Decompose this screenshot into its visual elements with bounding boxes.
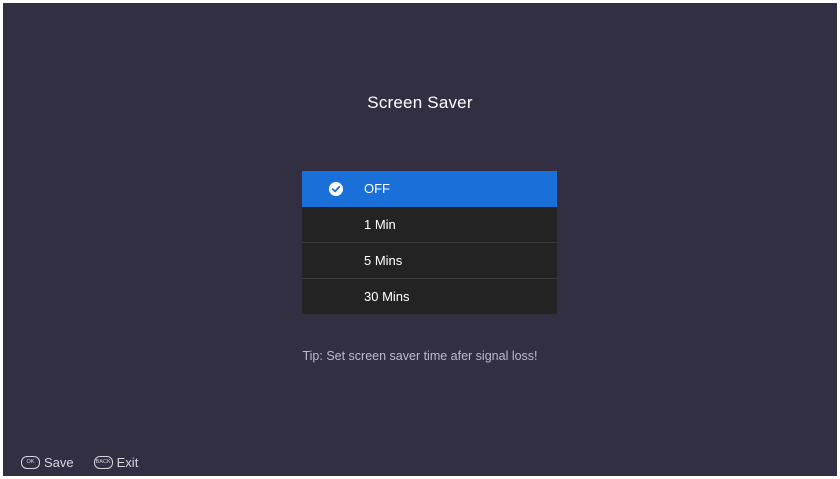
check-circle-icon <box>329 182 343 196</box>
footer-hints: OK Save BACK Exit <box>21 455 158 470</box>
option-label: 30 Mins <box>364 289 410 304</box>
option-label: 5 Mins <box>364 253 403 268</box>
option-5-mins[interactable]: 5 Mins <box>302 243 557 279</box>
screen-saver-options: OFF 1 Min 5 Mins 30 Mins <box>302 171 557 314</box>
page-title: Screen Saver <box>367 93 473 112</box>
option-label: OFF <box>364 181 390 196</box>
option-off[interactable]: OFF <box>302 171 557 207</box>
screen-saver-screen: Screen Saver OFF 1 Min 5 Mins 30 Mins Ti… <box>3 3 837 476</box>
exit-label: Exit <box>116 455 139 470</box>
option-label: 1 Min <box>364 217 396 232</box>
tip-text: Tip: Set screen saver time afer signal l… <box>302 349 538 363</box>
option-1-min[interactable]: 1 Min <box>302 207 557 243</box>
ok-key-icon: OK <box>21 456 40 469</box>
option-30-mins[interactable]: 30 Mins <box>302 279 557 314</box>
exit-hint[interactable]: BACK Exit <box>93 455 139 470</box>
save-hint[interactable]: OK Save <box>21 455 74 470</box>
save-label: Save <box>44 455 74 470</box>
back-key-icon: BACK <box>93 456 113 469</box>
